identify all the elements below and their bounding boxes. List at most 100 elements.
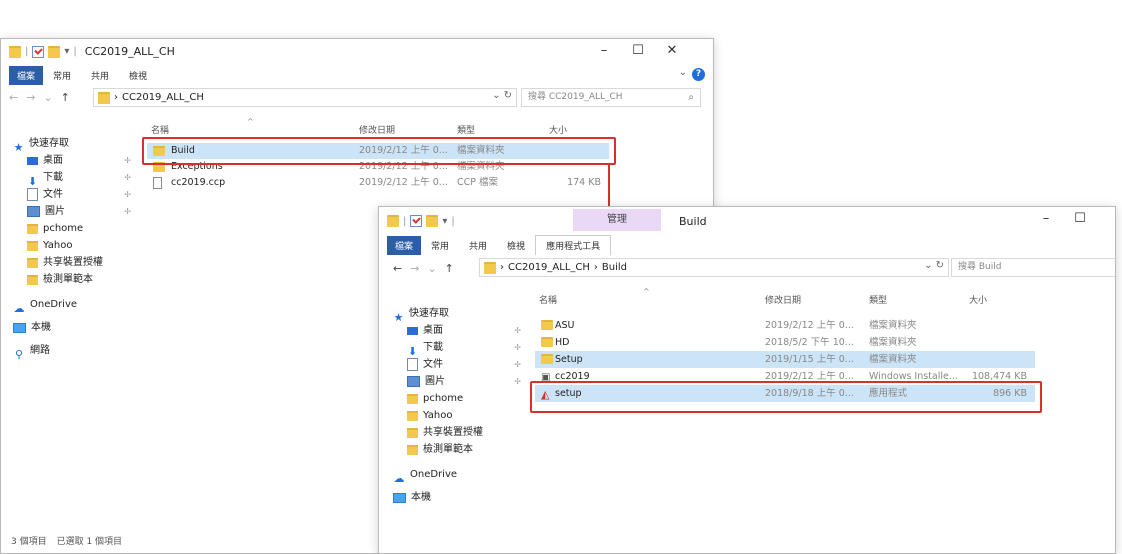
- minimize-button[interactable]: –: [1029, 211, 1063, 227]
- tab-home[interactable]: 常用: [421, 236, 459, 255]
- maximize-button[interactable]: ☐: [1063, 211, 1097, 227]
- nav-item[interactable]: 檢測單範本: [393, 441, 521, 458]
- column-size[interactable]: 大小: [969, 293, 987, 306]
- address-bar[interactable]: › CC2019_ALL_CH › Build ⌄ ↻: [479, 258, 949, 277]
- nav-item[interactable]: 桌面 ✢: [393, 322, 521, 339]
- forward-icon[interactable]: →: [410, 262, 419, 275]
- file-row[interactable]: HD 2018/5/2 下午 10... 檔案資料夾: [535, 334, 1035, 351]
- nav-item[interactable]: 共享裝置授權: [13, 254, 131, 271]
- nav-item[interactable]: ⚲ 網路: [13, 342, 131, 361]
- dropdown-icon[interactable]: ▾: [64, 46, 69, 57]
- column-name[interactable]: 名稱: [539, 293, 557, 306]
- folder-icon[interactable]: [387, 215, 399, 227]
- chevron-down-icon[interactable]: ⌄: [679, 67, 687, 78]
- folder-icon[interactable]: [9, 45, 21, 58]
- nav-item[interactable]: 文件 ✢: [393, 356, 521, 373]
- search-input[interactable]: 搜尋 Build: [951, 258, 1115, 277]
- nav-item[interactable]: ⬇ 下載 ✢: [393, 339, 521, 358]
- breadcrumb-item[interactable]: Build: [602, 262, 627, 273]
- column-type[interactable]: 類型: [869, 293, 887, 306]
- tab-home[interactable]: 常用: [43, 66, 81, 85]
- pin-icon: ✢: [514, 360, 521, 369]
- properties-icon[interactable]: [410, 215, 423, 227]
- tab-file[interactable]: 檔案: [9, 65, 44, 85]
- nav-buttons: ← → ⌄ ↑: [9, 91, 70, 104]
- dropdown-icon[interactable]: ▾: [442, 216, 447, 227]
- column-name[interactable]: 名稱: [151, 123, 169, 136]
- nav-item[interactable]: 圖片 ✢: [13, 203, 131, 220]
- nav-item[interactable]: pchome: [393, 390, 521, 407]
- nav-item[interactable]: 檢測單範本: [13, 271, 131, 288]
- navigation-pane: ★ 快速存取 桌面 ✢ ⬇ 下載 ✢ 文件 ✢ 圖片 ✢ pchome Yahoo 共享裝置授權 檢測單範本…: [13, 135, 131, 361]
- minimize-button[interactable]: –: [587, 43, 621, 59]
- nav-item[interactable]: ☁ OneDrive: [393, 466, 521, 485]
- download-icon: ⬇: [27, 174, 38, 188]
- help-icon[interactable]: ?: [692, 68, 705, 81]
- properties-icon[interactable]: [32, 45, 45, 58]
- nav-item-label: pchome: [423, 393, 464, 404]
- tab-share[interactable]: 共用: [81, 66, 119, 85]
- nav-item[interactable]: ⬇ 下載 ✢: [13, 169, 131, 188]
- nav-item-label: Yahoo: [423, 410, 453, 421]
- nav-item[interactable]: ☁ OneDrive: [13, 296, 131, 315]
- column-type[interactable]: 類型: [457, 123, 475, 136]
- search-input[interactable]: 搜尋 CC2019_ALL_CH ⌕: [521, 88, 701, 107]
- folder-icon: [541, 337, 553, 347]
- breadcrumb-item[interactable]: CC2019_ALL_CH: [508, 262, 590, 273]
- refresh-icon[interactable]: ⌄ ↻: [492, 90, 512, 101]
- new-folder-icon[interactable]: [48, 45, 61, 58]
- folder-icon: [98, 91, 110, 104]
- nav-item-label: 下載: [43, 172, 63, 183]
- recent-dropdown-icon[interactable]: ⌄: [427, 262, 436, 275]
- nav-item[interactable]: 桌面 ✢: [13, 152, 131, 169]
- file-row[interactable]: cc2019.ccp 2019/2/12 上午 0... CCP 檔案 174 KB: [147, 175, 609, 191]
- file-row[interactable]: ASU 2019/2/12 上午 0... 檔案資料夾: [535, 317, 1035, 334]
- forward-icon[interactable]: →: [26, 91, 35, 104]
- breadcrumb-item[interactable]: CC2019_ALL_CH: [122, 92, 204, 103]
- nav-item[interactable]: 共享裝置授權: [393, 424, 521, 441]
- file-row[interactable]: Setup 2019/1/15 上午 0... 檔案資料夾: [535, 351, 1035, 368]
- file-date: 2018/5/2 下午 10...: [765, 337, 854, 348]
- tab-share[interactable]: 共用: [459, 236, 497, 255]
- recent-dropdown-icon[interactable]: ⌄: [43, 91, 52, 104]
- refresh-icon[interactable]: ⌄ ↻: [924, 260, 944, 271]
- back-icon[interactable]: ←: [393, 262, 402, 275]
- up-arrow-icon[interactable]: ↑: [61, 91, 70, 104]
- column-date[interactable]: 修改日期: [765, 293, 801, 306]
- tab-view[interactable]: 檢視: [119, 66, 157, 85]
- nav-item-label: 快速存取: [409, 308, 449, 319]
- tab-view[interactable]: 檢視: [497, 236, 535, 255]
- nav-item[interactable]: Yahoo: [393, 407, 521, 424]
- nav-item[interactable]: Yahoo: [13, 237, 131, 254]
- pin-icon: ✢: [124, 173, 131, 182]
- nav-item[interactable]: ★ 快速存取: [393, 305, 521, 324]
- tab-file[interactable]: 檔案: [387, 235, 422, 255]
- new-folder-icon[interactable]: [426, 215, 439, 227]
- nav-item-label: 檢測單範本: [423, 444, 473, 455]
- nav-item[interactable]: 本機: [393, 489, 521, 506]
- ribbon-tabs: 檔案 常用 共用 檢視 應用程式工具: [379, 235, 1115, 255]
- nav-item[interactable]: 本機: [13, 319, 131, 336]
- search-icon[interactable]: ⌕: [688, 89, 694, 106]
- nav-item-label: OneDrive: [30, 299, 78, 310]
- file-name: HD: [555, 337, 570, 348]
- nav-item-label: 共享裝置授權: [423, 427, 483, 438]
- up-arrow-icon[interactable]: ↑: [445, 262, 454, 275]
- column-date[interactable]: 修改日期: [359, 123, 395, 136]
- back-icon[interactable]: ←: [9, 91, 18, 104]
- tab-app-tools[interactable]: 應用程式工具: [535, 235, 612, 255]
- maximize-button[interactable]: ☐: [621, 43, 655, 59]
- address-bar[interactable]: › CC2019_ALL_CH ⌄ ↻: [93, 88, 517, 107]
- nav-item[interactable]: ★ 快速存取: [13, 135, 131, 154]
- navigation-pane: ★ 快速存取 桌面 ✢ ⬇ 下載 ✢ 文件 ✢ 圖片 ✢ pchome Yahoo 共享裝置授權 檢測單範本…: [393, 305, 521, 506]
- close-button[interactable]: ✕: [655, 43, 689, 59]
- nav-item[interactable]: 圖片 ✢: [393, 373, 521, 390]
- nav-item-label: 本機: [31, 322, 51, 333]
- column-size[interactable]: 大小: [549, 123, 567, 136]
- pin-icon: ✢: [514, 377, 521, 386]
- chevron-right-icon: ›: [114, 92, 118, 103]
- file-type: 檔案資料夾: [869, 337, 917, 348]
- file-type: 檔案資料夾: [869, 354, 917, 365]
- nav-item[interactable]: pchome: [13, 220, 131, 237]
- nav-item[interactable]: 文件 ✢: [13, 186, 131, 203]
